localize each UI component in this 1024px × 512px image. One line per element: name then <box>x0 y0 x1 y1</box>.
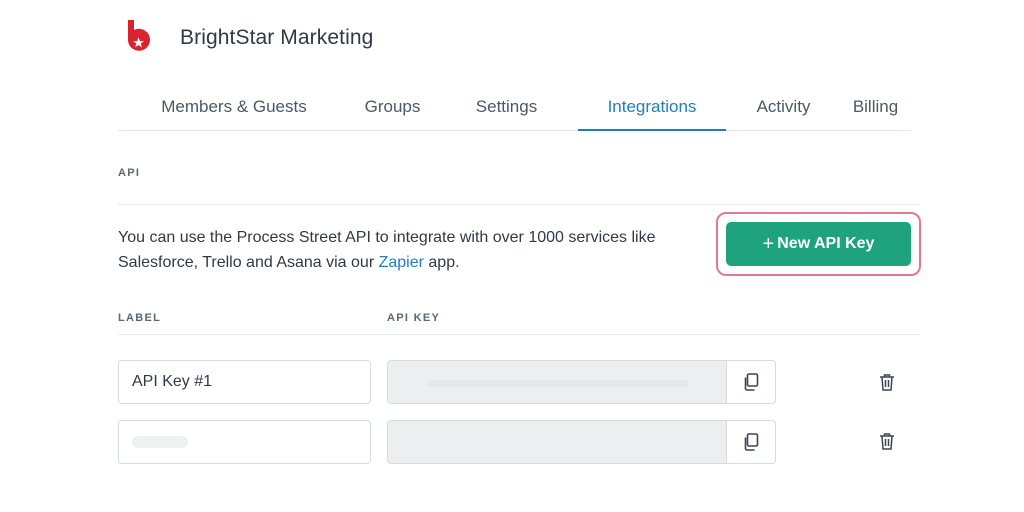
api-description: You can use the Process Street API to in… <box>118 225 678 275</box>
api-key-value-field[interactable] <box>387 360 727 404</box>
api-key-label-value: API Key #1 <box>132 373 213 390</box>
copy-icon <box>744 373 759 391</box>
trash-icon <box>880 433 894 450</box>
tab-members-guests[interactable]: Members & Guests <box>118 84 350 130</box>
copy-icon <box>744 433 759 451</box>
tab-settings[interactable]: Settings <box>435 84 578 130</box>
delete-key-button[interactable] <box>876 371 898 393</box>
settings-tabs: Members & Guests Groups Settings Integra… <box>118 84 910 131</box>
org-name: BrightStar Marketing <box>180 26 374 49</box>
copy-key-button[interactable] <box>726 360 776 404</box>
redacted-label <box>132 436 188 448</box>
api-key-column-header: API KEY <box>387 312 441 324</box>
label-column-header: LABEL <box>118 312 162 324</box>
tab-activity[interactable]: Activity <box>726 84 841 130</box>
api-section-heading: API <box>118 167 141 179</box>
api-key-label-input[interactable] <box>118 420 371 464</box>
brightstar-logo-icon <box>128 20 150 51</box>
new-api-key-button[interactable]: + New API Key <box>726 222 911 266</box>
delete-key-button[interactable] <box>876 430 898 452</box>
plus-icon: + <box>762 233 775 255</box>
tab-integrations[interactable]: Integrations <box>578 84 726 131</box>
tab-groups[interactable]: Groups <box>350 84 435 130</box>
zapier-link[interactable]: Zapier <box>379 254 424 271</box>
section-divider <box>118 204 920 205</box>
table-header-divider <box>118 334 920 335</box>
trash-icon <box>880 374 894 391</box>
copy-key-button[interactable] <box>726 420 776 464</box>
org-header: BrightStar Marketing <box>122 18 373 58</box>
api-key-label-input[interactable]: API Key #1 <box>118 360 371 404</box>
redacted-key <box>428 380 688 387</box>
new-api-key-label: New API Key <box>777 235 875 252</box>
tab-billing[interactable]: Billing <box>841 84 910 130</box>
api-description-suffix: app. <box>423 254 460 271</box>
api-key-value-field[interactable] <box>387 420 727 464</box>
